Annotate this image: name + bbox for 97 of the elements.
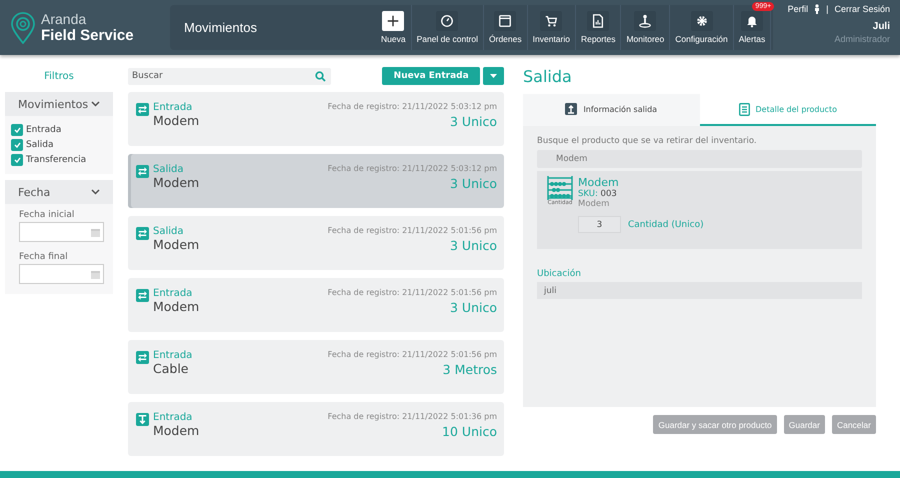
monitor-icon <box>638 14 652 28</box>
abacus-icon <box>547 176 573 200</box>
movement-type: Entrada <box>153 350 192 361</box>
transfer-icon <box>136 103 149 116</box>
nav-button[interactable]: Reportes <box>576 5 622 50</box>
product-name: Modem <box>153 423 200 438</box>
product-name: Modem <box>578 176 619 189</box>
tab[interactable]: Información salida <box>523 94 700 126</box>
transfer-icon <box>136 227 149 240</box>
registration-date: Fecha de registro: 21/11/2022 5:01:56 pm <box>328 288 497 297</box>
user-name: Juli <box>872 21 890 32</box>
quantity-label: Cantidad (Unico) <box>628 220 704 230</box>
transfer-icon <box>136 351 149 364</box>
quantity: 3 Unico <box>450 300 497 315</box>
registration-date: Fecha de registro: 21/11/2022 5:01:56 pm <box>328 226 497 235</box>
quantity: 10 Unico <box>442 424 497 439</box>
field-label: Ubicación <box>537 269 582 279</box>
product-name: Modem <box>153 237 200 252</box>
person-icon <box>814 4 820 14</box>
profile-link[interactable]: Perfil <box>788 4 808 14</box>
movement-card[interactable]: Entrada Cable Fecha de registro: 21/11/2022 5:01:56 pm 3 Metros <box>128 340 504 394</box>
caret-icon <box>490 74 498 78</box>
brand-name: Field Service <box>41 26 134 44</box>
movement-type: Salida <box>153 164 185 175</box>
date-field[interactable] <box>19 264 104 284</box>
checkbox[interactable] <box>11 139 23 151</box>
checkbox-label: Transferencia <box>26 155 86 165</box>
quantity: 3 Metros <box>442 362 497 377</box>
registration-date: Fecha de registro: 21/11/2022 5:01:36 pm <box>328 412 497 421</box>
arrow-up-icon <box>565 103 578 115</box>
checkbox-label: Salida <box>26 140 54 150</box>
checkbox[interactable] <box>11 154 23 166</box>
field-label: Fecha inicial <box>18 209 76 222</box>
nav-button[interactable]: Órdenes <box>484 5 528 50</box>
movement-card[interactable]: Entrada Modem Fecha de registro: 21/11/2022 5:01:36 pm 10 Unico <box>128 402 504 456</box>
list-icon <box>738 102 750 116</box>
movement-card[interactable]: Salida Modem Fecha de registro: 21/11/2022 5:01:56 pm 3 Unico <box>128 216 504 270</box>
detail-title: Salida <box>523 67 573 88</box>
movement-type: Entrada <box>153 288 194 299</box>
product-name: Modem <box>153 175 200 190</box>
nav-button[interactable]: Panel de control <box>412 5 484 50</box>
registration-date: Fecha de registro: 21/11/2022 5:03:12 pm <box>328 164 497 173</box>
separator: | <box>826 4 828 14</box>
registration-date: Fecha de registro: 21/11/2022 5:01:56 pm <box>328 350 497 359</box>
movement-type: Salida <box>153 226 185 237</box>
gauge-icon <box>440 14 454 28</box>
quantity: 3 Unico <box>450 176 497 191</box>
brand-name: Aranda <box>41 12 88 26</box>
logout-link[interactable]: Cerrar Sesión <box>834 4 890 14</box>
bell-icon <box>744 14 759 28</box>
gear-icon <box>694 14 708 28</box>
window-icon <box>498 14 512 28</box>
product-name: Modem <box>153 113 200 128</box>
movement-card[interactable]: Entrada Modem Fecha de registro: 21/11/2022 5:03:12 pm 3 Unico <box>128 92 504 146</box>
chevron-down-icon <box>91 189 100 195</box>
instruction-text: Busque el producto que se va retirar del inventario. <box>537 136 758 146</box>
chevron-down-icon <box>91 101 100 107</box>
dropdown-button[interactable] <box>483 67 504 85</box>
quantity: 3 Unico <box>450 238 497 253</box>
section-header[interactable]: Movimientos <box>5 92 113 116</box>
filters-title: Filtros <box>43 70 75 84</box>
quantity-field[interactable]: 3 <box>578 216 621 233</box>
cart-icon <box>544 14 558 28</box>
calendar-icon <box>91 270 100 278</box>
transfer-icon <box>136 165 149 178</box>
calendar-icon <box>91 228 100 236</box>
registration-date: Fecha de registro: 21/11/2022 5:03:12 pm <box>328 102 497 111</box>
page-title: Movimientos <box>170 5 374 50</box>
search-field[interactable]: Buscar <box>128 68 331 84</box>
product-name: Cable <box>153 361 190 376</box>
nav-button[interactable]: Inventario <box>528 5 576 50</box>
plus-icon <box>386 14 400 28</box>
date-field[interactable] <box>19 222 104 242</box>
nav-button[interactable]: Nueva <box>376 5 412 50</box>
movement-card[interactable]: Entrada Modem Fecha de registro: 21/11/2022 5:01:56 pm 3 Unico <box>128 278 504 332</box>
nav-button[interactable]: Monitoreo <box>621 5 670 50</box>
report-icon <box>591 14 606 28</box>
product-description: Modem <box>578 199 610 209</box>
checkmark-icon <box>14 142 20 148</box>
nav-button[interactable]: Configuración <box>670 5 734 50</box>
user-role: Administrador <box>834 34 890 44</box>
location-field[interactable]: juli <box>537 282 862 299</box>
section-header[interactable]: Fecha <box>5 180 113 204</box>
checkbox[interactable] <box>11 124 23 136</box>
movement-type: Entrada <box>153 102 194 113</box>
checkmark-icon <box>14 127 20 133</box>
checkbox-label: Entrada <box>26 125 62 135</box>
location-pin-logo-icon <box>10 12 36 44</box>
checkmark-icon <box>14 157 20 163</box>
product-name: Modem <box>153 299 200 314</box>
movement-type: Entrada <box>153 412 194 423</box>
arrow-down-icon <box>136 413 149 426</box>
quantity: 3 Unico <box>450 114 497 129</box>
search-icon <box>315 70 326 82</box>
field-label: Fecha final <box>18 251 69 264</box>
transfer-icon <box>136 289 149 302</box>
sku-text: SKU: 003 <box>578 189 618 199</box>
